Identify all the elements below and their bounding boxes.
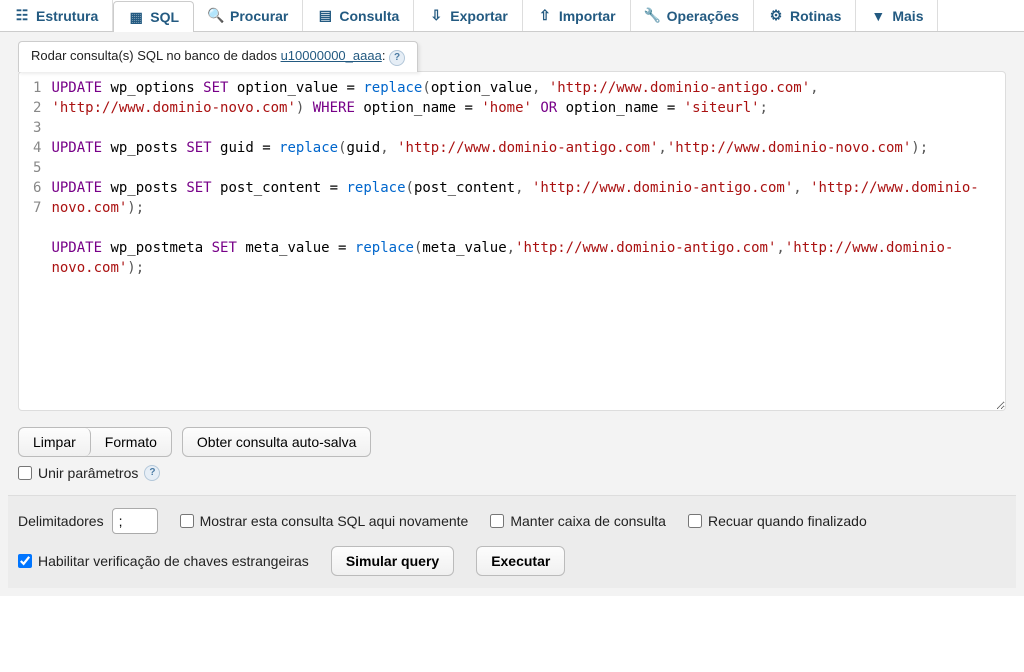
code-lines[interactable]: UPDATE wp_options SET option_value = rep…: [51, 78, 1005, 404]
tab-operações[interactable]: 🔧 Operações: [631, 0, 754, 31]
tab-consulta[interactable]: ▤ Consulta: [303, 0, 414, 31]
query-header-suffix: :: [382, 48, 386, 63]
footer-row-2: Habilitar verificação de chaves estrange…: [18, 546, 1006, 576]
footer-panel: Delimitadores Mostrar esta consulta SQL …: [8, 495, 1016, 588]
footer-row-1: Delimitadores Mostrar esta consulta SQL …: [18, 508, 1006, 534]
retain-query-checkbox[interactable]: [180, 514, 194, 528]
clear-button[interactable]: Limpar: [19, 428, 91, 456]
sql-editor-panel: 1234567 UPDATE wp_options SET option_val…: [18, 71, 1006, 411]
simulate-button[interactable]: Simular query: [331, 546, 454, 576]
retain-query-label[interactable]: Mostrar esta consulta SQL aqui novamente: [180, 513, 469, 529]
fk-checks-text: Habilitar verificação de chaves estrange…: [38, 553, 309, 569]
keep-box-checkbox[interactable]: [490, 514, 504, 528]
tab-label: SQL: [150, 9, 179, 25]
clear-format-group: Limpar Formato: [18, 427, 172, 457]
query-header-prefix: Rodar consulta(s) SQL no banco de dados: [31, 48, 277, 63]
line-gutter: 1234567: [19, 78, 51, 404]
tab-label: Rotinas: [790, 8, 841, 24]
sql-icon: ▦: [128, 9, 144, 25]
import-icon: ⇧: [537, 8, 553, 24]
tab-sql[interactable]: ▦ SQL: [113, 1, 194, 32]
tab-rotinas[interactable]: ⚙ Rotinas: [754, 0, 856, 31]
bind-params-checkbox[interactable]: [18, 466, 32, 480]
bind-params-row: Unir parâmetros ?: [18, 465, 1006, 481]
tab-importar[interactable]: ⇧ Importar: [523, 0, 631, 31]
query-box-header: Rodar consulta(s) SQL no banco de dados …: [18, 41, 418, 72]
tab-exportar[interactable]: ⇩ Exportar: [414, 0, 523, 31]
help-icon[interactable]: ?: [389, 50, 405, 66]
tab-label: Mais: [892, 8, 923, 24]
tab-estrutura[interactable]: ☷ Estrutura: [0, 0, 113, 31]
format-button[interactable]: Formato: [91, 428, 171, 456]
sql-editor[interactable]: 1234567 UPDATE wp_options SET option_val…: [19, 72, 1005, 410]
execute-button[interactable]: Executar: [476, 546, 565, 576]
fk-checks-checkbox[interactable]: [18, 554, 32, 568]
operations-icon: 🔧: [645, 8, 661, 24]
rollback-checkbox[interactable]: [688, 514, 702, 528]
database-name-link[interactable]: u10000000_aaaa: [281, 48, 382, 63]
keep-box-label[interactable]: Manter caixa de consulta: [490, 513, 666, 529]
help-icon[interactable]: ?: [144, 465, 160, 481]
tab-label: Importar: [559, 8, 616, 24]
tab-label: Consulta: [339, 8, 399, 24]
fk-checks-label[interactable]: Habilitar verificação de chaves estrange…: [18, 553, 309, 569]
export-icon: ⇩: [428, 8, 444, 24]
retain-query-text: Mostrar esta consulta SQL aqui novamente: [200, 513, 469, 529]
tab-label: Exportar: [450, 8, 508, 24]
tab-mais[interactable]: ▼ Mais: [856, 0, 938, 31]
tab-label: Estrutura: [36, 8, 98, 24]
tab-label: Procurar: [230, 8, 288, 24]
main-panel: Rodar consulta(s) SQL no banco de dados …: [0, 32, 1024, 596]
rollback-text: Recuar quando finalizado: [708, 513, 867, 529]
delimiter-label: Delimitadores: [18, 513, 104, 529]
delimiter-input[interactable]: [112, 508, 158, 534]
tab-procurar[interactable]: 🔍 Procurar: [194, 0, 303, 31]
keep-box-text: Manter caixa de consulta: [510, 513, 666, 529]
editor-toolbar: Limpar Formato Obter consulta auto-salva: [18, 427, 1006, 457]
routines-icon: ⚙: [768, 8, 784, 24]
tab-label: Operações: [667, 8, 739, 24]
bind-params-text: Unir parâmetros: [38, 465, 138, 481]
rollback-label[interactable]: Recuar quando finalizado: [688, 513, 867, 529]
delimiter-group: Delimitadores: [18, 508, 158, 534]
tab-bar: ☷ Estrutura ▦ SQL 🔍 Procurar ▤ Consulta ⇩ Exporta…: [0, 0, 1024, 32]
bind-params-label[interactable]: Unir parâmetros: [18, 465, 138, 481]
query-icon: ▤: [317, 8, 333, 24]
autosave-button[interactable]: Obter consulta auto-salva: [182, 427, 372, 457]
search-icon: 🔍: [208, 8, 224, 24]
structure-icon: ☷: [14, 8, 30, 24]
more-icon: ▼: [870, 8, 886, 24]
